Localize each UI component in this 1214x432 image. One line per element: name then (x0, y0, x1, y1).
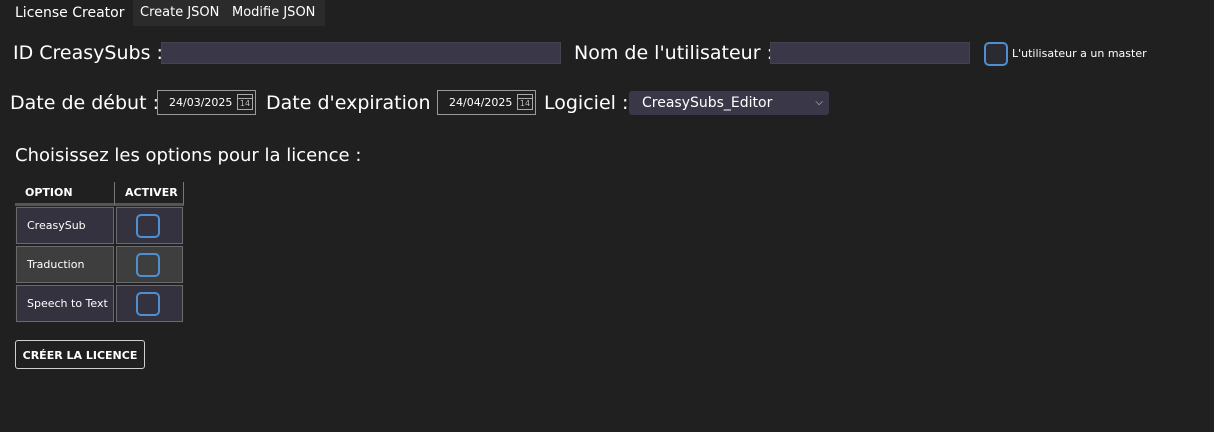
master-checkbox[interactable] (984, 42, 1008, 66)
option-name-cell: Traduction (15, 245, 115, 284)
column-header-activer: ACTIVER (115, 182, 184, 206)
option-checkbox-traduction[interactable] (136, 253, 160, 277)
column-header-option: OPTION (15, 182, 115, 206)
options-heading: Choisissez les options pour la licence : (15, 145, 362, 166)
calendar-icon-day: 14 (239, 99, 251, 108)
expiration-date-picker[interactable]: 24/04/2025 14 (437, 90, 536, 115)
master-checkbox-label: L'utilisateur a un master (1012, 47, 1147, 60)
tab-create-json[interactable]: Create JSON (133, 0, 225, 26)
chevron-down-icon: ⌵ (815, 97, 823, 108)
calendar-icon-day: 14 (519, 99, 531, 108)
username-input[interactable] (770, 42, 970, 64)
id-creasysubs-label: ID CreasySubs : (13, 42, 163, 64)
username-label: Nom de l'utilisateur : (574, 42, 773, 64)
option-name-cell: CreasySub (15, 206, 115, 245)
option-checkbox-cell (115, 245, 184, 284)
tab-modifie-json[interactable]: Modifie JSON (225, 0, 325, 26)
option-name-cell: Speech to Text (15, 284, 115, 323)
license-creator-window: License Creator Create JSON Modifie JSON… (0, 0, 1214, 432)
option-checkbox-cell (115, 206, 184, 245)
calendar-icon[interactable]: 14 (237, 94, 253, 110)
start-date-label: Date de début : (10, 92, 159, 114)
software-select[interactable]: CreasySubs_Editor ⌵ (629, 91, 829, 115)
option-checkbox-speech-to-text[interactable] (136, 292, 160, 316)
expiration-date-label: Date d'expiration : (266, 92, 443, 114)
expiration-date-value: 24/04/2025 (449, 96, 513, 109)
start-date-picker[interactable]: 24/03/2025 14 (157, 90, 256, 115)
tab-license-creator[interactable]: License Creator (0, 0, 133, 26)
software-label: Logiciel : (544, 92, 629, 114)
create-license-button[interactable]: CRÉER LA LICENCE (15, 340, 145, 369)
software-selected-value: CreasySubs_Editor (642, 95, 773, 111)
start-date-value: 24/03/2025 (169, 96, 233, 109)
id-creasysubs-input[interactable] (161, 42, 561, 64)
option-checkbox-creasysub[interactable] (136, 214, 160, 238)
calendar-icon[interactable]: 14 (517, 94, 533, 110)
option-checkbox-cell (115, 284, 184, 323)
